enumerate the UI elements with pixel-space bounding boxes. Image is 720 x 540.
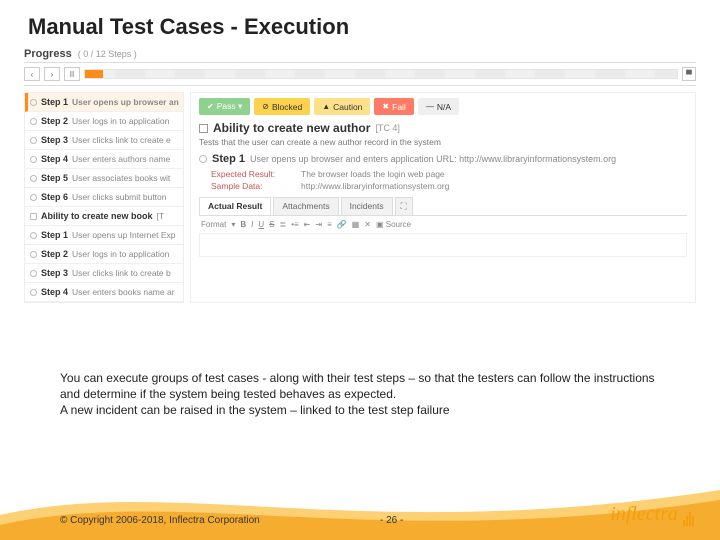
circle-icon [30, 137, 37, 144]
sample-label: Sample Data: [211, 181, 291, 191]
circle-icon [30, 118, 37, 125]
tab-attachments[interactable]: Attachments [273, 197, 338, 215]
status-bar: ✔Pass ▾ ⊘Blocked ▲Caution ✖Fail —N/A [199, 98, 687, 115]
table-button[interactable]: ▦ [352, 220, 360, 229]
slide-title: Manual Test Cases - Execution [0, 0, 720, 46]
blocked-button[interactable]: ⊘Blocked [254, 98, 310, 115]
progress-count: ( 0 / 12 Steps ) [78, 49, 137, 59]
progress-label: Progress [24, 48, 72, 60]
testcase-id: [TC 4] [375, 123, 400, 133]
align-button[interactable]: ≡ [327, 220, 332, 229]
pause-button[interactable]: II [64, 67, 80, 81]
caution-button[interactable]: ▲Caution [314, 98, 370, 115]
italic-button[interactable]: I [251, 220, 253, 229]
ol-button[interactable]: ≣ [280, 220, 287, 229]
sidebar-step[interactable]: Step 3 User clicks link to create b [25, 264, 183, 283]
testcase-desc: Tests that the user can create a new aut… [199, 137, 687, 147]
check-icon: ✔ [207, 102, 214, 111]
strike-button[interactable]: S [269, 220, 274, 229]
circle-icon [30, 270, 37, 277]
sidebar-step[interactable]: Step 2 User logs in to application [25, 245, 183, 264]
status-circle-icon [199, 155, 207, 163]
next-button[interactable]: › [44, 67, 60, 81]
expected-label: Expected Result: [211, 169, 291, 179]
block-icon: ⊘ [262, 102, 269, 111]
sidebar-step[interactable]: Step 3 User clicks link to create e [25, 131, 183, 150]
tab-actual-result[interactable]: Actual Result [199, 197, 271, 215]
app-screenshot: Progress ( 0 / 12 Steps ) ‹ › II ▀ Step … [24, 46, 696, 303]
step-sidebar: Step 1 User opens up browser anStep 2 Us… [24, 92, 184, 303]
na-button[interactable]: —N/A [418, 98, 459, 115]
bold-button[interactable]: B [240, 220, 246, 229]
copyright: © Copyright 2006-2018, Inflectra Corpora… [60, 515, 260, 526]
circle-icon [30, 194, 37, 201]
actual-result-editor[interactable] [199, 233, 687, 257]
format-dropdown[interactable]: Format [201, 220, 226, 229]
result-tabs: Actual Result Attachments Incidents ⛶ [199, 197, 687, 216]
sidebar-section[interactable]: Ability to create new book [T [25, 207, 183, 226]
sidebar-step[interactable]: Step 5 User associates books wit [25, 169, 183, 188]
sidebar-step[interactable]: Step 1 User opens up browser an [25, 93, 183, 112]
sidebar-step[interactable]: Step 4 User enters authors name [25, 150, 183, 169]
logo-bars-icon [682, 503, 694, 526]
checkbox-icon[interactable] [199, 124, 208, 133]
slide-paragraph: You can execute groups of test cases - a… [60, 370, 660, 419]
square-icon [30, 213, 37, 220]
ul-button[interactable]: •≡ [291, 220, 298, 229]
outdent-button[interactable]: ⇤ [304, 220, 311, 229]
prev-button[interactable]: ‹ [24, 67, 40, 81]
expected-value: The browser loads the login web page [301, 169, 445, 179]
progress-bar [84, 69, 678, 79]
sidebar-step[interactable]: Step 6 User clicks submit button [25, 188, 183, 207]
testcase-title: Ability to create new author [TC 4] [199, 121, 687, 135]
chevron-down-icon: ▾ [231, 220, 235, 229]
step-header: Step 1 User opens up browser and enters … [199, 153, 687, 165]
link-button[interactable]: 🔗 [337, 220, 347, 229]
inflectra-logo: inflectra [610, 503, 694, 526]
sidebar-step[interactable]: Step 4 User enters books name ar [25, 283, 183, 302]
clear-button[interactable]: ✕ [364, 220, 371, 229]
na-icon: — [426, 102, 434, 111]
circle-icon [30, 175, 37, 182]
tab-incidents[interactable]: Incidents [341, 197, 393, 215]
tab-expand[interactable]: ⛶ [395, 197, 413, 215]
sample-value: http://www.libraryinformationsystem.org [301, 181, 449, 191]
fail-icon: ✖ [382, 102, 389, 111]
source-button[interactable]: ▣ Source [376, 220, 411, 229]
circle-icon [30, 251, 37, 258]
underline-button[interactable]: U [258, 220, 264, 229]
circle-icon [30, 99, 37, 106]
pass-button[interactable]: ✔Pass ▾ [199, 98, 250, 115]
circle-icon [30, 156, 37, 163]
page-number: - 26 - [380, 515, 403, 526]
fail-button[interactable]: ✖Fail [374, 98, 413, 115]
editor-toolbar: Format ▾ B I U S ≣ •≡ ⇤ ⇥ ≡ 🔗 ▦ ✕ ▣ Sourc… [199, 216, 687, 233]
content-panel: ✔Pass ▾ ⊘Blocked ▲Caution ✖Fail —N/A Abi… [190, 92, 696, 303]
circle-icon [30, 232, 37, 239]
circle-icon [30, 289, 37, 296]
sidebar-step[interactable]: Step 1 User opens up Internet Exp [25, 226, 183, 245]
indent-button[interactable]: ⇥ [315, 220, 322, 229]
dock-button[interactable]: ▀ [682, 67, 696, 81]
caution-icon: ▲ [322, 102, 330, 111]
sidebar-step[interactable]: Step 2 User logs in to application [25, 112, 183, 131]
